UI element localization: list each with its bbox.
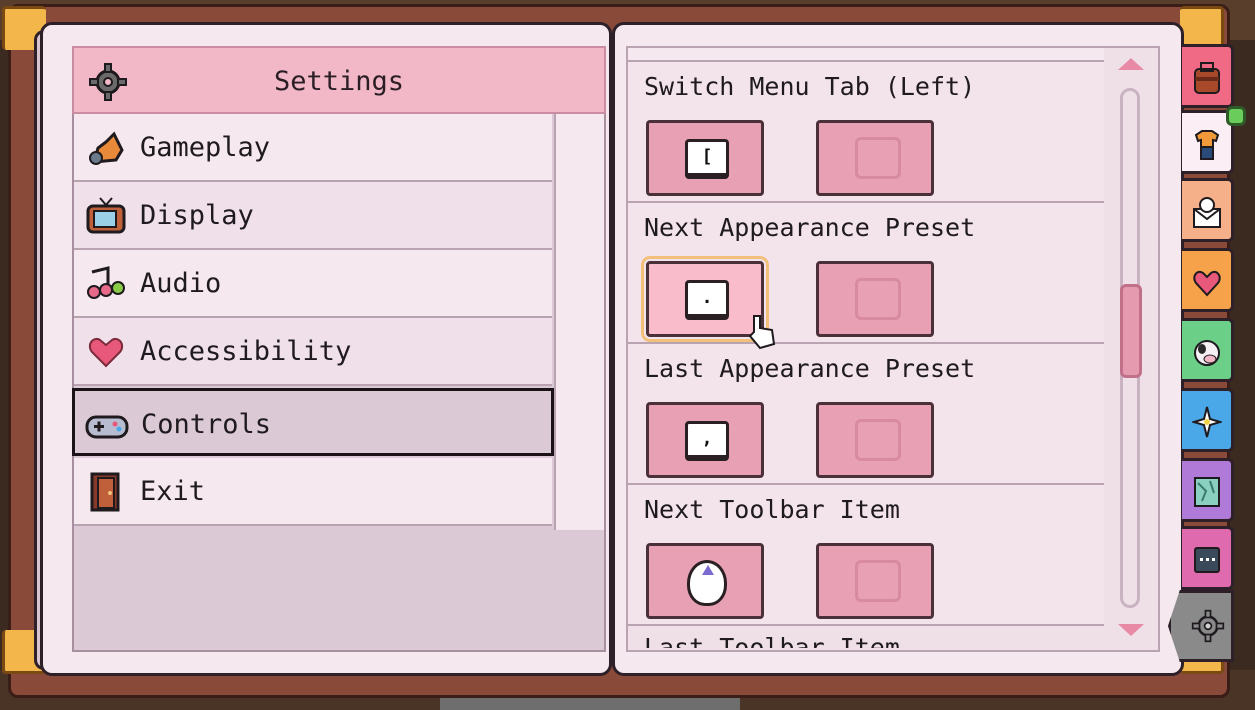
sparkle-icon	[1192, 406, 1222, 438]
tab-settings[interactable]	[1168, 590, 1234, 662]
secondary-key-button[interactable]	[816, 543, 934, 619]
menu-item-label: Gameplay	[140, 132, 271, 163]
mail-icon	[1193, 197, 1221, 228]
backpack-icon	[1194, 62, 1220, 94]
tab-backpack[interactable]	[1182, 44, 1234, 108]
scroll-down-arrow[interactable]	[1118, 624, 1144, 636]
tab-relationships[interactable]	[1182, 248, 1234, 312]
primary-key-button[interactable]	[646, 543, 764, 619]
tab-journal[interactable]	[1182, 526, 1234, 590]
binding-label: Switch Menu Tab (Left)	[644, 72, 976, 101]
heart-icon	[1193, 270, 1221, 297]
binding-row: Next Toolbar Item	[628, 485, 1104, 626]
hand-cursor-icon	[748, 315, 776, 350]
tv-icon	[86, 197, 126, 234]
heart-icon	[88, 338, 124, 368]
key-cap: ,	[685, 421, 729, 461]
empty-key-slot	[855, 137, 901, 179]
menu-item-label: Controls	[141, 409, 272, 440]
tab-animals[interactable]	[1182, 318, 1234, 382]
binding-row: Switch Menu Tab (Left) [	[628, 62, 1104, 203]
binding-label-partial: Last Toolbar Item	[644, 636, 900, 648]
menu-item-audio[interactable]: Audio	[74, 250, 552, 318]
gamepad-icon	[85, 415, 129, 439]
binding-row: Next Appearance Preset .	[628, 203, 1104, 344]
controls-list-top	[628, 48, 1104, 62]
tab-mail[interactable]	[1182, 178, 1234, 242]
menu-item-gameplay[interactable]: Gameplay	[74, 114, 552, 182]
menu-item-exit[interactable]: Exit	[74, 458, 552, 526]
secondary-key-button[interactable]	[816, 402, 934, 478]
settings-title: Settings	[273, 66, 405, 97]
tab-map[interactable]	[1182, 458, 1234, 522]
scroll-up-arrow[interactable]	[1118, 58, 1144, 70]
journal-icon	[1194, 547, 1220, 573]
menu-gutter	[554, 114, 604, 530]
binding-row: Last Appearance Preset ,	[628, 344, 1104, 485]
primary-key-button[interactable]: [	[646, 120, 764, 196]
shirt-icon	[1194, 130, 1220, 160]
secondary-key-button[interactable]	[816, 261, 934, 337]
primary-key-button[interactable]: ,	[646, 402, 764, 478]
music-note-icon	[87, 266, 125, 299]
menu-item-accessibility[interactable]: Accessibility	[74, 318, 552, 386]
scrollbar-thumb[interactable]	[1120, 284, 1142, 378]
tab-skills[interactable]	[1182, 388, 1234, 452]
fox-icon	[89, 131, 124, 165]
binding-label: Next Appearance Preset	[644, 213, 976, 242]
key-cap: .	[685, 280, 729, 320]
key-cap: [	[685, 139, 729, 179]
empty-key-slot	[855, 419, 901, 461]
binding-label: Last Appearance Preset	[644, 354, 976, 383]
menu-item-display[interactable]: Display	[74, 182, 552, 250]
door-icon	[90, 472, 120, 512]
cow-icon	[1194, 340, 1220, 366]
map-icon	[1194, 477, 1220, 507]
menu-item-label: Display	[140, 200, 254, 231]
menu-item-label: Accessibility	[140, 336, 352, 367]
menu-item-label: Exit	[140, 476, 206, 507]
binding-label: Next Toolbar Item	[644, 495, 900, 524]
mouse-wheel-up-icon	[687, 560, 727, 606]
notification-badge	[1226, 106, 1246, 126]
menu-item-controls[interactable]: Controls	[72, 388, 554, 456]
settings-header: Settings	[72, 46, 606, 114]
empty-key-slot	[855, 560, 901, 602]
gear-icon	[1191, 609, 1225, 643]
secondary-key-button[interactable]	[816, 120, 934, 196]
menu-item-label: Audio	[140, 268, 222, 299]
empty-key-slot	[855, 278, 901, 320]
